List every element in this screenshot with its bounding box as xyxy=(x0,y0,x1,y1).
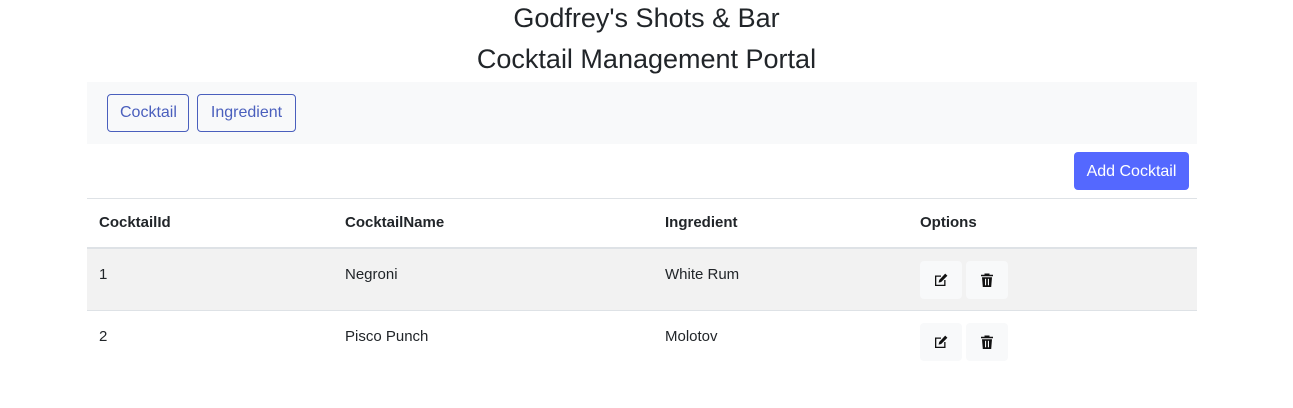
navbar: Cocktail Ingredient xyxy=(87,82,1197,144)
edit-icon xyxy=(935,273,948,286)
cell-options xyxy=(908,311,1197,374)
cell-ingredient: White Rum xyxy=(653,247,908,311)
column-header-cocktail-id: CocktailId xyxy=(87,198,333,249)
trash-icon xyxy=(981,273,993,287)
table-row: 2 Pisco Punch Molotov xyxy=(87,311,1197,374)
cell-cocktail-id: 2 xyxy=(99,328,108,345)
cocktail-table: CocktailId CocktailName Ingredient Optio… xyxy=(87,198,1197,374)
delete-button[interactable] xyxy=(966,260,1008,299)
cell-cocktail-name: Pisco Punch xyxy=(345,328,429,345)
cell-cocktail-name: Negroni xyxy=(333,247,653,311)
cell-cocktail-id: 1 xyxy=(87,247,333,311)
edit-icon xyxy=(935,335,948,348)
page-subtitle: Cocktail Management Portal xyxy=(476,44,817,74)
add-cocktail-button[interactable]: Add Cocktail xyxy=(1074,152,1189,190)
nav-ingredient-button[interactable]: Ingredient xyxy=(197,94,296,132)
trash-icon xyxy=(981,335,993,349)
cell-ingredient: Molotov xyxy=(665,328,718,345)
nav-cocktail-button[interactable]: Cocktail xyxy=(107,94,189,132)
edit-button[interactable] xyxy=(920,323,962,361)
table-header-row: CocktailId CocktailName Ingredient Optio… xyxy=(87,198,1197,249)
edit-button[interactable] xyxy=(920,260,962,299)
column-header-ingredient: Ingredient xyxy=(653,198,908,249)
column-header-cocktail-name: CocktailName xyxy=(333,198,653,249)
table-row: 1 Negroni White Rum xyxy=(87,247,1197,311)
delete-button[interactable] xyxy=(966,323,1008,361)
page-title: Godfrey's Shots & Bar xyxy=(513,3,780,33)
cell-options xyxy=(908,247,1197,311)
page: Godfrey's Shots & Bar Cocktail Managemen… xyxy=(0,0,1293,408)
column-header-options: Options xyxy=(908,198,1197,249)
